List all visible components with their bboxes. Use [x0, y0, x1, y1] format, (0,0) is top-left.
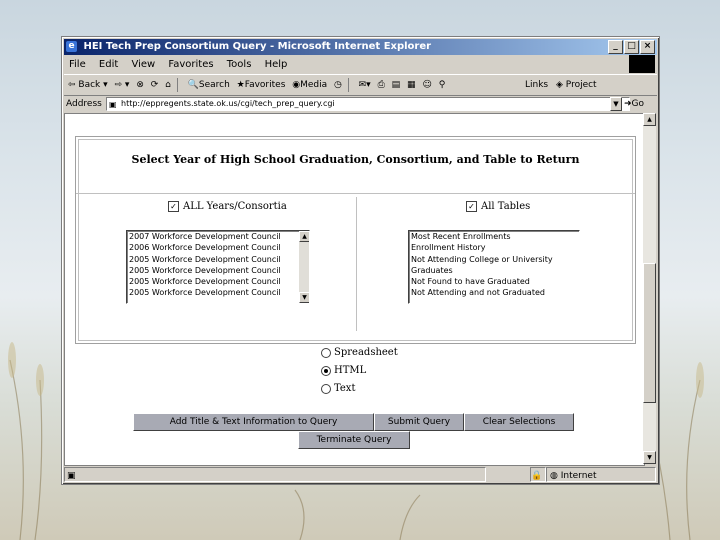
clear-selections-button[interactable]: Clear Selections: [464, 413, 574, 431]
minimize-button[interactable]: _: [608, 40, 623, 54]
search-button[interactable]: 🔍Search: [188, 75, 230, 95]
address-dropdown-button[interactable]: ▼: [610, 97, 622, 111]
tables-listbox[interactable]: Most Recent Enrollments Enrollment Histo…: [408, 230, 580, 304]
window-title: HEI Tech Prep Consortium Query - Microso…: [83, 41, 432, 52]
all-years-checkbox[interactable]: ✓ ALL Years/Consortia: [168, 201, 287, 213]
menu-help[interactable]: Help: [265, 59, 288, 70]
project-link[interactable]: ◈ Project: [556, 75, 597, 95]
menu-tools[interactable]: Tools: [227, 59, 252, 70]
radio-icon: [321, 347, 331, 358]
favorites-button[interactable]: ★Favorites: [237, 75, 286, 95]
list-item[interactable]: 2005 Workforce Development Council: [127, 265, 309, 276]
address-bar: Address ▣ http://eppregents.state.ok.us/…: [64, 95, 657, 113]
menu-edit[interactable]: Edit: [99, 59, 118, 70]
list-item[interactable]: 2005 Workforce Development Council: [127, 254, 309, 265]
go-button[interactable]: ➜Go: [624, 95, 644, 113]
list-item[interactable]: 2005 Workforce Development Council: [127, 276, 309, 287]
output-spreadsheet-radio[interactable]: Spreadsheet: [321, 347, 398, 359]
title-bar: e HEI Tech Prep Consortium Query - Micro…: [64, 39, 657, 55]
page-scrollbar[interactable]: ▲ ▼: [643, 113, 656, 464]
back-button[interactable]: ⇦ Back ▾: [68, 75, 108, 95]
menu-favorites[interactable]: Favorites: [168, 59, 213, 70]
home-icon[interactable]: ⌂: [165, 75, 171, 95]
checkbox-checked-icon: ✓: [466, 201, 477, 212]
list-item[interactable]: 2007 Workforce Development Council: [127, 231, 309, 242]
security-zone: ◍ Internet: [546, 467, 656, 482]
list-item[interactable]: Not Found to have Graduated: [409, 276, 579, 287]
years-consortia-listbox[interactable]: 2007 Workforce Development Council 2006 …: [126, 230, 310, 304]
form-heading: Select Year of High School Graduation, C…: [131, 153, 580, 166]
checkbox-checked-icon: ✓: [168, 201, 179, 212]
discuss-icon[interactable]: ▦: [407, 75, 416, 95]
listbox-scrollbar[interactable]: ▲ ▼: [299, 231, 309, 303]
list-item[interactable]: Enrollment History: [409, 242, 579, 253]
lock-icon: 🔒: [530, 467, 546, 482]
menu-bar: File Edit View Favorites Tools Help: [64, 57, 657, 73]
refresh-icon[interactable]: ⟳: [151, 75, 159, 95]
list-item[interactable]: Not Attending College or University: [409, 254, 579, 265]
scroll-thumb[interactable]: [643, 263, 656, 403]
maximize-button[interactable]: □: [624, 40, 639, 54]
list-item[interactable]: Most Recent Enrollments: [409, 231, 579, 242]
output-text-radio[interactable]: Text: [321, 383, 355, 395]
terminate-query-button[interactable]: Terminate Query: [298, 431, 410, 449]
media-button[interactable]: ◉Media: [292, 75, 327, 95]
print-icon[interactable]: ⎙: [378, 75, 385, 95]
radio-icon: [321, 383, 331, 394]
list-item[interactable]: 2006 Workforce Development Council: [127, 242, 309, 253]
standard-toolbar: ⇦ Back ▾ ⇨ ▾ ⊗ ⟳ ⌂ 🔍Search ★Favorites ◉M…: [64, 74, 657, 96]
internet-globe-icon: ◍: [550, 471, 558, 481]
windows-logo-icon: [629, 55, 655, 73]
browser-window: e HEI Tech Prep Consortium Query - Micro…: [61, 36, 660, 485]
edit-icon[interactable]: ▤: [392, 75, 401, 95]
all-tables-checkbox[interactable]: ✓ All Tables: [466, 201, 530, 213]
mail-icon[interactable]: ✉▾: [359, 75, 371, 95]
submit-query-button[interactable]: Submit Query: [374, 413, 464, 431]
radio-selected-icon: [321, 365, 331, 376]
menu-view[interactable]: View: [131, 59, 155, 70]
query-form-frame: Select Year of High School Graduation, C…: [75, 136, 636, 344]
close-button[interactable]: ×: [640, 40, 655, 54]
status-message: ▣: [64, 467, 486, 482]
page-content: Select Year of High School Graduation, C…: [64, 113, 645, 466]
page-done-icon: ▣: [67, 471, 76, 481]
add-title-button[interactable]: Add Title & Text Information to Query: [133, 413, 374, 431]
ie-logo-icon: e: [66, 41, 77, 52]
address-label: Address: [66, 99, 102, 109]
page-icon: ▣: [109, 100, 117, 109]
menu-file[interactable]: File: [69, 59, 86, 70]
address-input[interactable]: ▣ http://eppregents.state.ok.us/cgi/tech…: [106, 97, 630, 111]
forward-button[interactable]: ⇨ ▾: [115, 75, 130, 95]
messenger-icon[interactable]: ☺: [422, 75, 431, 95]
links-label[interactable]: Links: [525, 75, 548, 95]
scroll-down-icon[interactable]: ▼: [643, 451, 656, 464]
list-item[interactable]: Not Attending and not Graduated: [409, 287, 579, 298]
status-bar: ▣ 🔒 ◍ Internet: [64, 466, 657, 482]
output-html-radio[interactable]: HTML: [321, 365, 366, 377]
stop-icon[interactable]: ⊗: [136, 75, 144, 95]
history-icon[interactable]: ◷: [334, 75, 342, 95]
scroll-up-icon[interactable]: ▲: [299, 231, 309, 242]
research-icon[interactable]: ⚲: [439, 75, 446, 95]
list-item[interactable]: 2005 Workforce Development Council: [127, 287, 309, 298]
list-item[interactable]: Graduates: [409, 265, 579, 276]
scroll-up-icon[interactable]: ▲: [643, 113, 656, 126]
scroll-down-icon[interactable]: ▼: [299, 292, 309, 303]
